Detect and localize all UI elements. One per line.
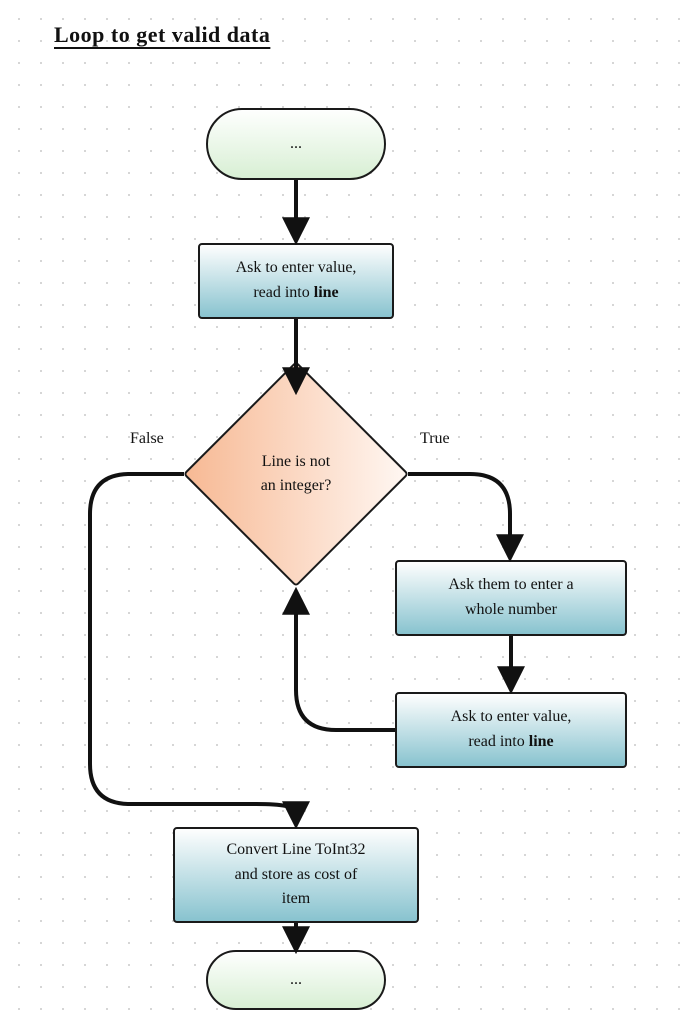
ask2-line2: read into line [451, 730, 572, 755]
process-convert: Convert Line ToInt32 and store as cost o… [173, 827, 419, 923]
terminator-start-text: ... [290, 132, 302, 157]
edge-label-false: False [130, 430, 164, 448]
edge-label-true: True [420, 430, 450, 448]
terminator-start: ... [206, 108, 386, 180]
decision-line-not-integer: Line is not an integer? [216, 394, 376, 554]
convert-line2: and store as cost of [226, 863, 365, 888]
process-ask-value-2: Ask to enter value, read into line [395, 692, 627, 768]
convert-line3: item [226, 887, 365, 912]
askwhole-line2: whole number [448, 598, 573, 623]
askwhole-line1: Ask them to enter a [448, 573, 573, 598]
ask1-line1: Ask to enter value, [236, 256, 357, 281]
convert-line1: Convert Line ToInt32 [226, 838, 365, 863]
decision-line1: Line is not [261, 450, 332, 474]
process-ask-whole-number: Ask them to enter a whole number [395, 560, 627, 636]
ask1-line2: read into line [236, 281, 357, 306]
decision-line2: an integer? [261, 474, 332, 498]
diagram-title: Loop to get valid data [54, 22, 270, 48]
process-ask-value-1: Ask to enter value, read into line [198, 243, 394, 319]
terminator-end-text: ... [290, 968, 302, 993]
ask2-line1: Ask to enter value, [451, 705, 572, 730]
terminator-end: ... [206, 950, 386, 1010]
